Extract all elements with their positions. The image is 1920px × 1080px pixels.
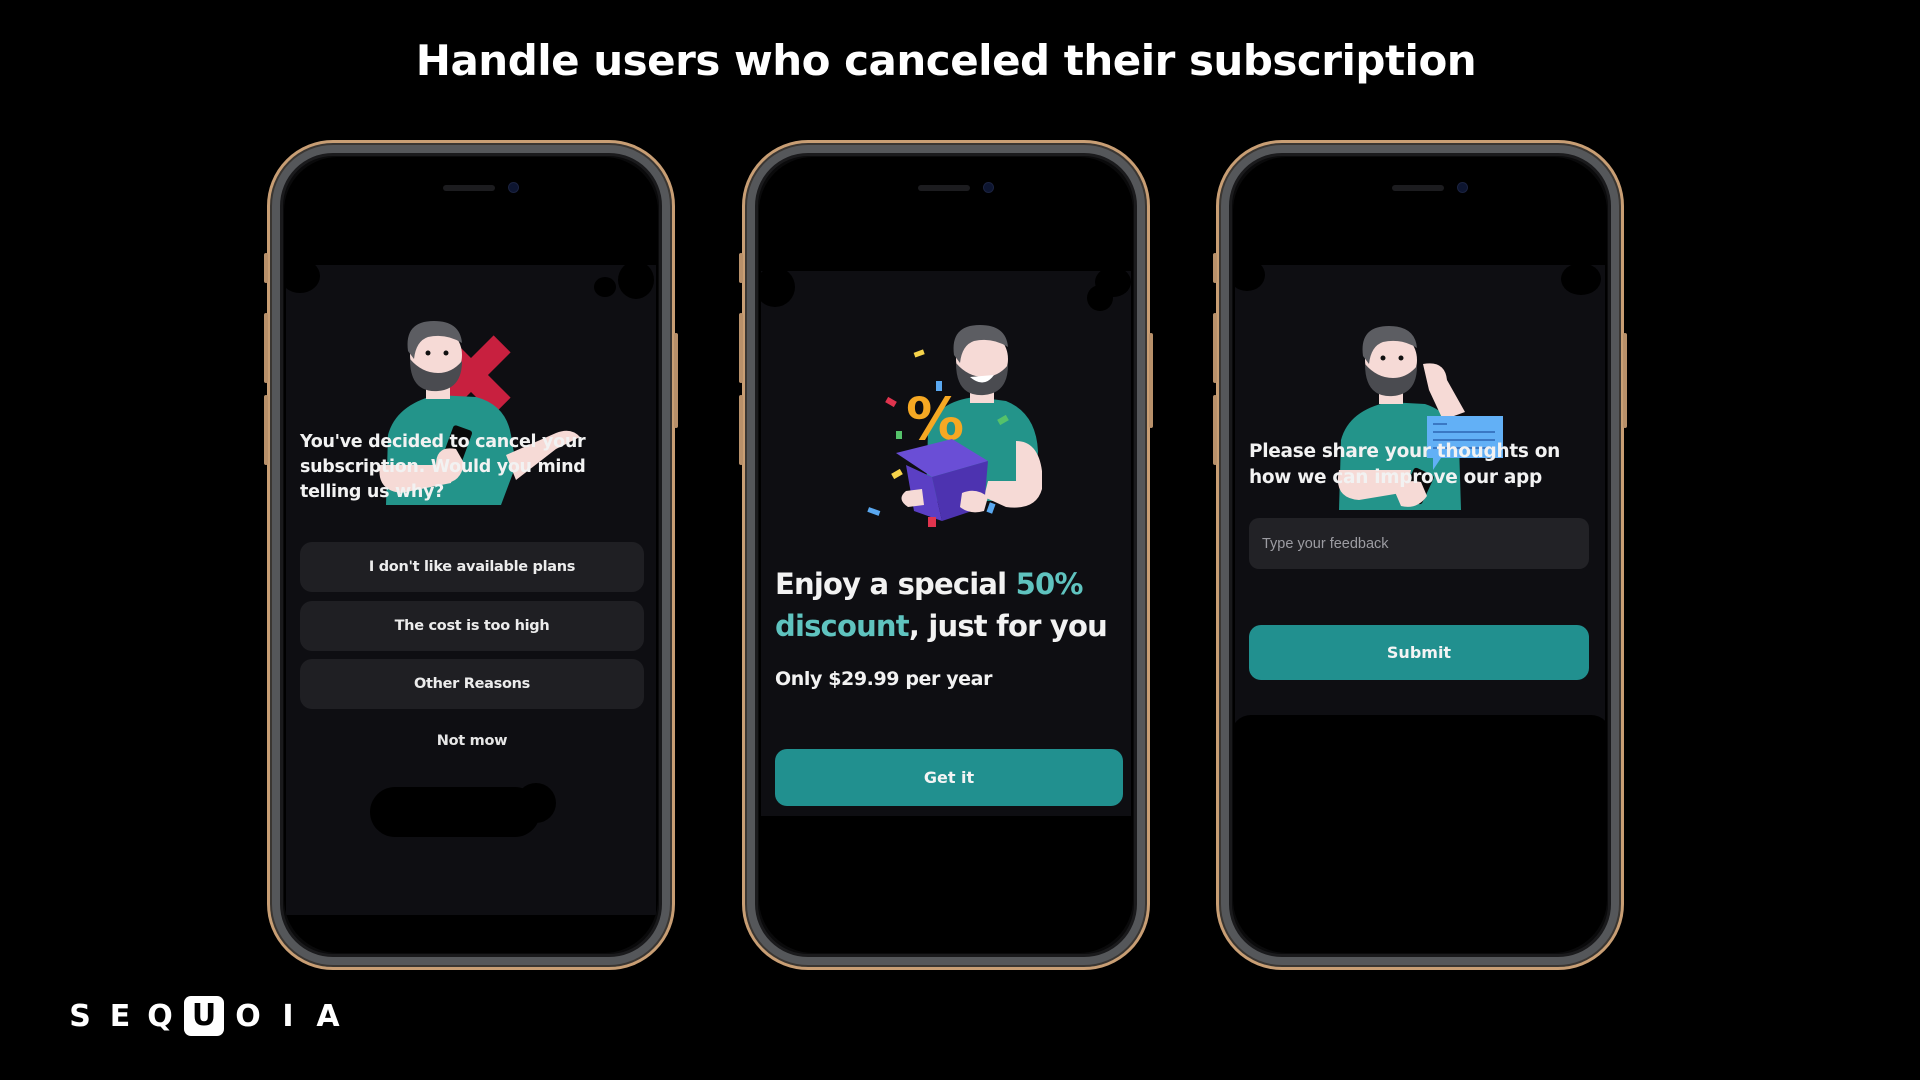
redaction-mark bbox=[1087, 285, 1113, 311]
feedback-input[interactable] bbox=[1249, 518, 1589, 569]
price-text: Only $29.99 per year bbox=[775, 668, 993, 690]
mute-switch bbox=[1213, 253, 1217, 283]
logo-letter: S bbox=[69, 998, 91, 1034]
discount-word-highlight: discount bbox=[775, 609, 910, 643]
phone-screen: You've decided to cancel your subscripti… bbox=[284, 157, 658, 953]
redaction-mark bbox=[759, 267, 795, 307]
front-camera bbox=[984, 183, 993, 192]
app-screen: % Enjoy a special 50% discount, just for… bbox=[759, 267, 1133, 893]
phone-screen: % Enjoy a special 50% discount, just for… bbox=[759, 157, 1133, 953]
volume-up-button bbox=[1213, 313, 1217, 383]
redaction-mark bbox=[370, 787, 540, 837]
redaction-mark bbox=[1561, 263, 1601, 295]
feedback-heading: Please share your thoughts on how we can… bbox=[1249, 441, 1560, 488]
get-it-button[interactable]: Get it bbox=[775, 749, 1123, 806]
logo-letter: O bbox=[235, 998, 261, 1034]
speaker-grille bbox=[918, 185, 970, 191]
logo-letter: A bbox=[316, 998, 340, 1034]
volume-down-button bbox=[1213, 395, 1217, 465]
slide-title: Handle users who canceled their subscrip… bbox=[415, 36, 1477, 85]
cancel-reason-heading: You've decided to cancel your subscripti… bbox=[300, 432, 586, 502]
discount-heading-text: Enjoy a special bbox=[775, 567, 1016, 601]
redaction-mark bbox=[284, 259, 320, 293]
logo-letter: I bbox=[282, 998, 294, 1034]
power-button bbox=[1149, 333, 1153, 428]
redaction-mark bbox=[1233, 715, 1607, 875]
discount-heading-text: , just for you bbox=[908, 609, 1108, 643]
redaction-mark bbox=[594, 277, 616, 297]
volume-down-button bbox=[264, 395, 268, 465]
speaker-grille bbox=[443, 185, 495, 191]
power-button bbox=[674, 333, 678, 428]
mute-switch bbox=[739, 253, 743, 283]
logo-letter: E bbox=[109, 998, 131, 1034]
redaction-mark bbox=[759, 823, 1133, 893]
submit-button[interactable]: Submit bbox=[1249, 625, 1589, 680]
option-other-reasons[interactable]: Other Reasons bbox=[300, 659, 644, 709]
redaction-mark bbox=[516, 783, 556, 823]
sequoia-logo: S E Q U O I A bbox=[64, 996, 352, 1036]
discount-gift-illustration-icon: % bbox=[867, 325, 1042, 527]
logo-letter: Q bbox=[147, 998, 173, 1034]
phone-discount-offer: % Enjoy a special 50% discount, just for… bbox=[739, 140, 1153, 970]
power-button bbox=[1623, 333, 1627, 428]
phone-feedback: Please share your thoughts on how we can… bbox=[1213, 140, 1627, 970]
volume-up-button bbox=[264, 313, 268, 383]
option-dont-like-plans[interactable]: I don't like available plans bbox=[300, 542, 644, 592]
front-camera bbox=[1458, 183, 1467, 192]
mute-switch bbox=[264, 253, 268, 283]
phone-cancel-reason: You've decided to cancel your subscripti… bbox=[264, 140, 678, 970]
redaction-mark bbox=[1233, 259, 1265, 291]
app-screen: Please share your thoughts on how we can… bbox=[1233, 259, 1607, 875]
volume-up-button bbox=[739, 313, 743, 383]
front-camera bbox=[509, 183, 518, 192]
logo-letter-highlighted: U bbox=[184, 996, 224, 1036]
phone-screen: Please share your thoughts on how we can… bbox=[1233, 157, 1607, 953]
app-screen: You've decided to cancel your subscripti… bbox=[284, 259, 656, 915]
option-cost-too-high[interactable]: The cost is too high bbox=[300, 601, 644, 651]
redaction-mark bbox=[618, 261, 654, 299]
speaker-grille bbox=[1392, 185, 1444, 191]
discount-heading: Enjoy a special 50% discount, just for y… bbox=[775, 563, 1125, 647]
discount-percent-highlight: 50% bbox=[1015, 567, 1084, 601]
volume-down-button bbox=[739, 395, 743, 465]
not-now-link[interactable]: Not mow bbox=[300, 733, 644, 749]
